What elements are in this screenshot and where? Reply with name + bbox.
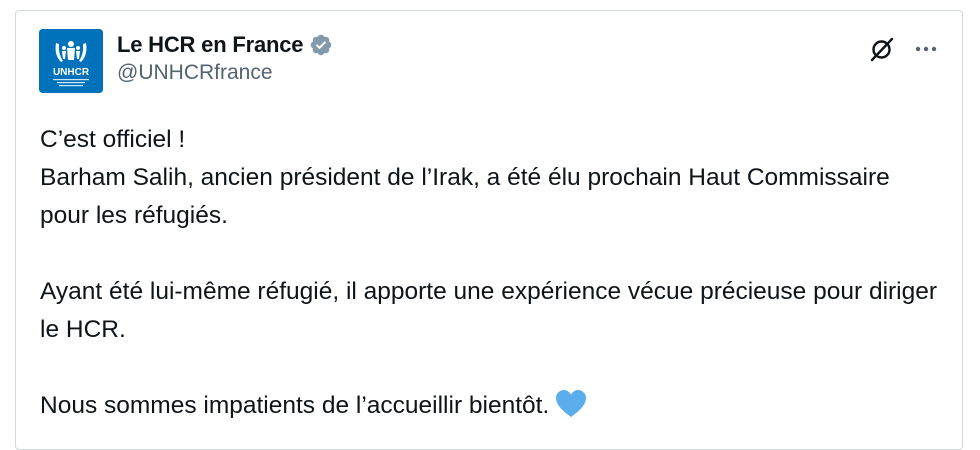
more-options-icon[interactable]: [912, 36, 940, 62]
blue-heart-icon: [556, 390, 587, 417]
name-row: Le HCR en France: [117, 31, 333, 59]
tweet-line-4-wrap: Nous sommes impatients de l’accueillir b…: [40, 387, 940, 425]
author-block: Le HCR en France @UNHCRfrance: [117, 31, 333, 85]
tweet-text: C’est officiel ! Barham Salih, ancien pr…: [40, 121, 940, 425]
verified-badge-icon[interactable]: [309, 33, 333, 57]
display-name[interactable]: Le HCR en France: [117, 32, 303, 58]
avatar[interactable]: UNHCR: [39, 29, 103, 93]
unhcr-logo-icon: UNHCR: [39, 29, 103, 93]
tweet-line-3: Ayant été lui-même réfugié, il apporte u…: [40, 278, 938, 343]
tweet-line-2: Barham Salih, ancien président de l’Irak…: [40, 164, 890, 229]
tweet-line-1: C’est officiel !: [40, 126, 186, 153]
handle[interactable]: @UNHCRfrance: [117, 61, 333, 85]
avatar-text: UNHCR: [53, 67, 90, 78]
grok-icon[interactable]: [869, 36, 895, 62]
tweet-card[interactable]: UNHCR Le HCR en France @UNHCRfrance C’es…: [15, 10, 963, 450]
tweet-line-4: Nous sommes impatients de l’accueillir b…: [40, 392, 550, 419]
